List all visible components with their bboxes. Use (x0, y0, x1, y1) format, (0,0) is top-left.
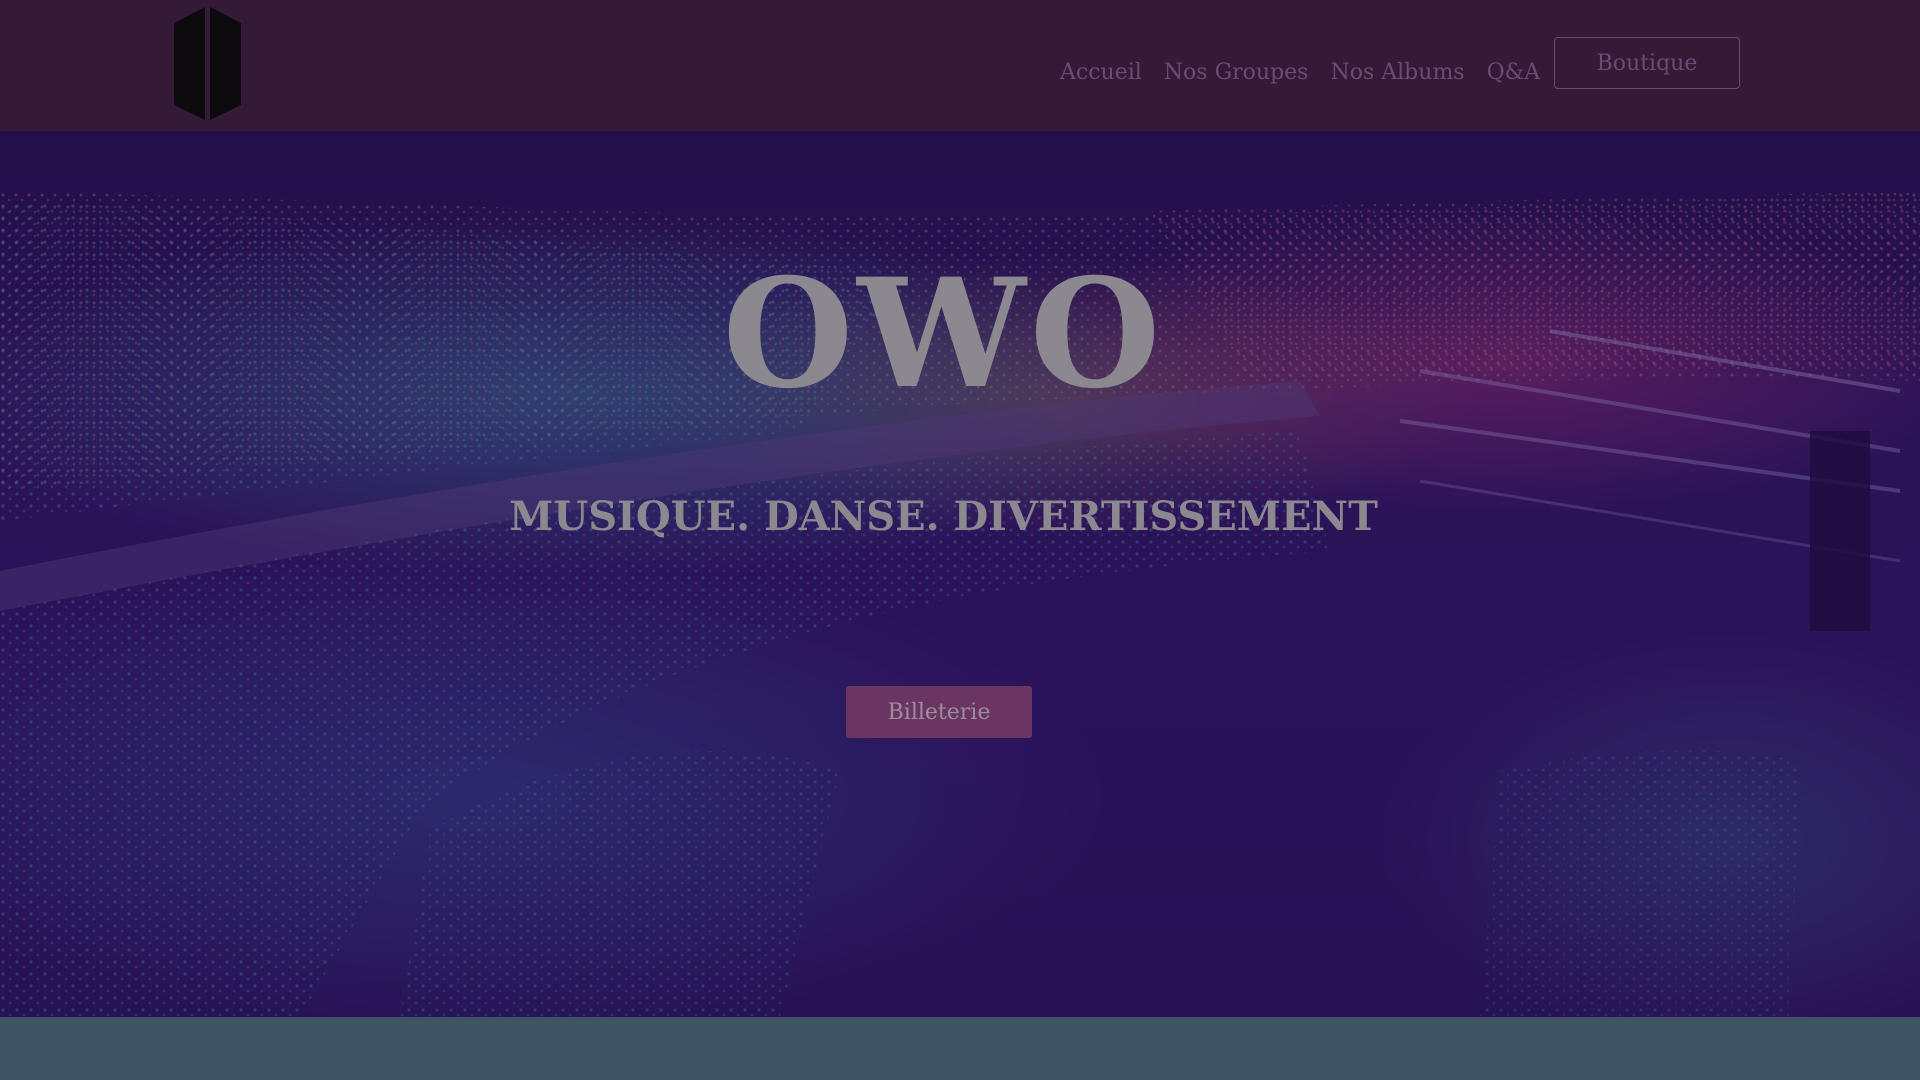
nav-link-qa[interactable]: Q&A (1487, 60, 1541, 85)
hero-subtitle: MUSIQUE. DANSE. DIVERTISSEMENT (509, 493, 1378, 540)
page: Accueil Nos Groupes Nos Albums Q&A Bouti… (0, 0, 1920, 1080)
main-nav: Accueil Nos Groupes Nos Albums Q&A (1060, 52, 1568, 92)
nav-link-nos-albums[interactable]: Nos Albums (1330, 60, 1464, 85)
boutique-button[interactable]: Boutique (1554, 37, 1740, 89)
logo-icon[interactable] (172, 5, 243, 120)
nav-link-nos-groupes[interactable]: Nos Groupes (1164, 60, 1309, 85)
footer-band (0, 1017, 1920, 1080)
site-header: Accueil Nos Groupes Nos Albums Q&A Bouti… (0, 0, 1920, 131)
nav-link-accueil[interactable]: Accueil (1060, 60, 1142, 85)
hero-title: OWO (722, 246, 1165, 422)
billeterie-button[interactable]: Billeterie (846, 686, 1032, 738)
hero-section: OWO MUSIQUE. DANSE. DIVERTISSEMENT Bille… (0, 131, 1920, 1017)
